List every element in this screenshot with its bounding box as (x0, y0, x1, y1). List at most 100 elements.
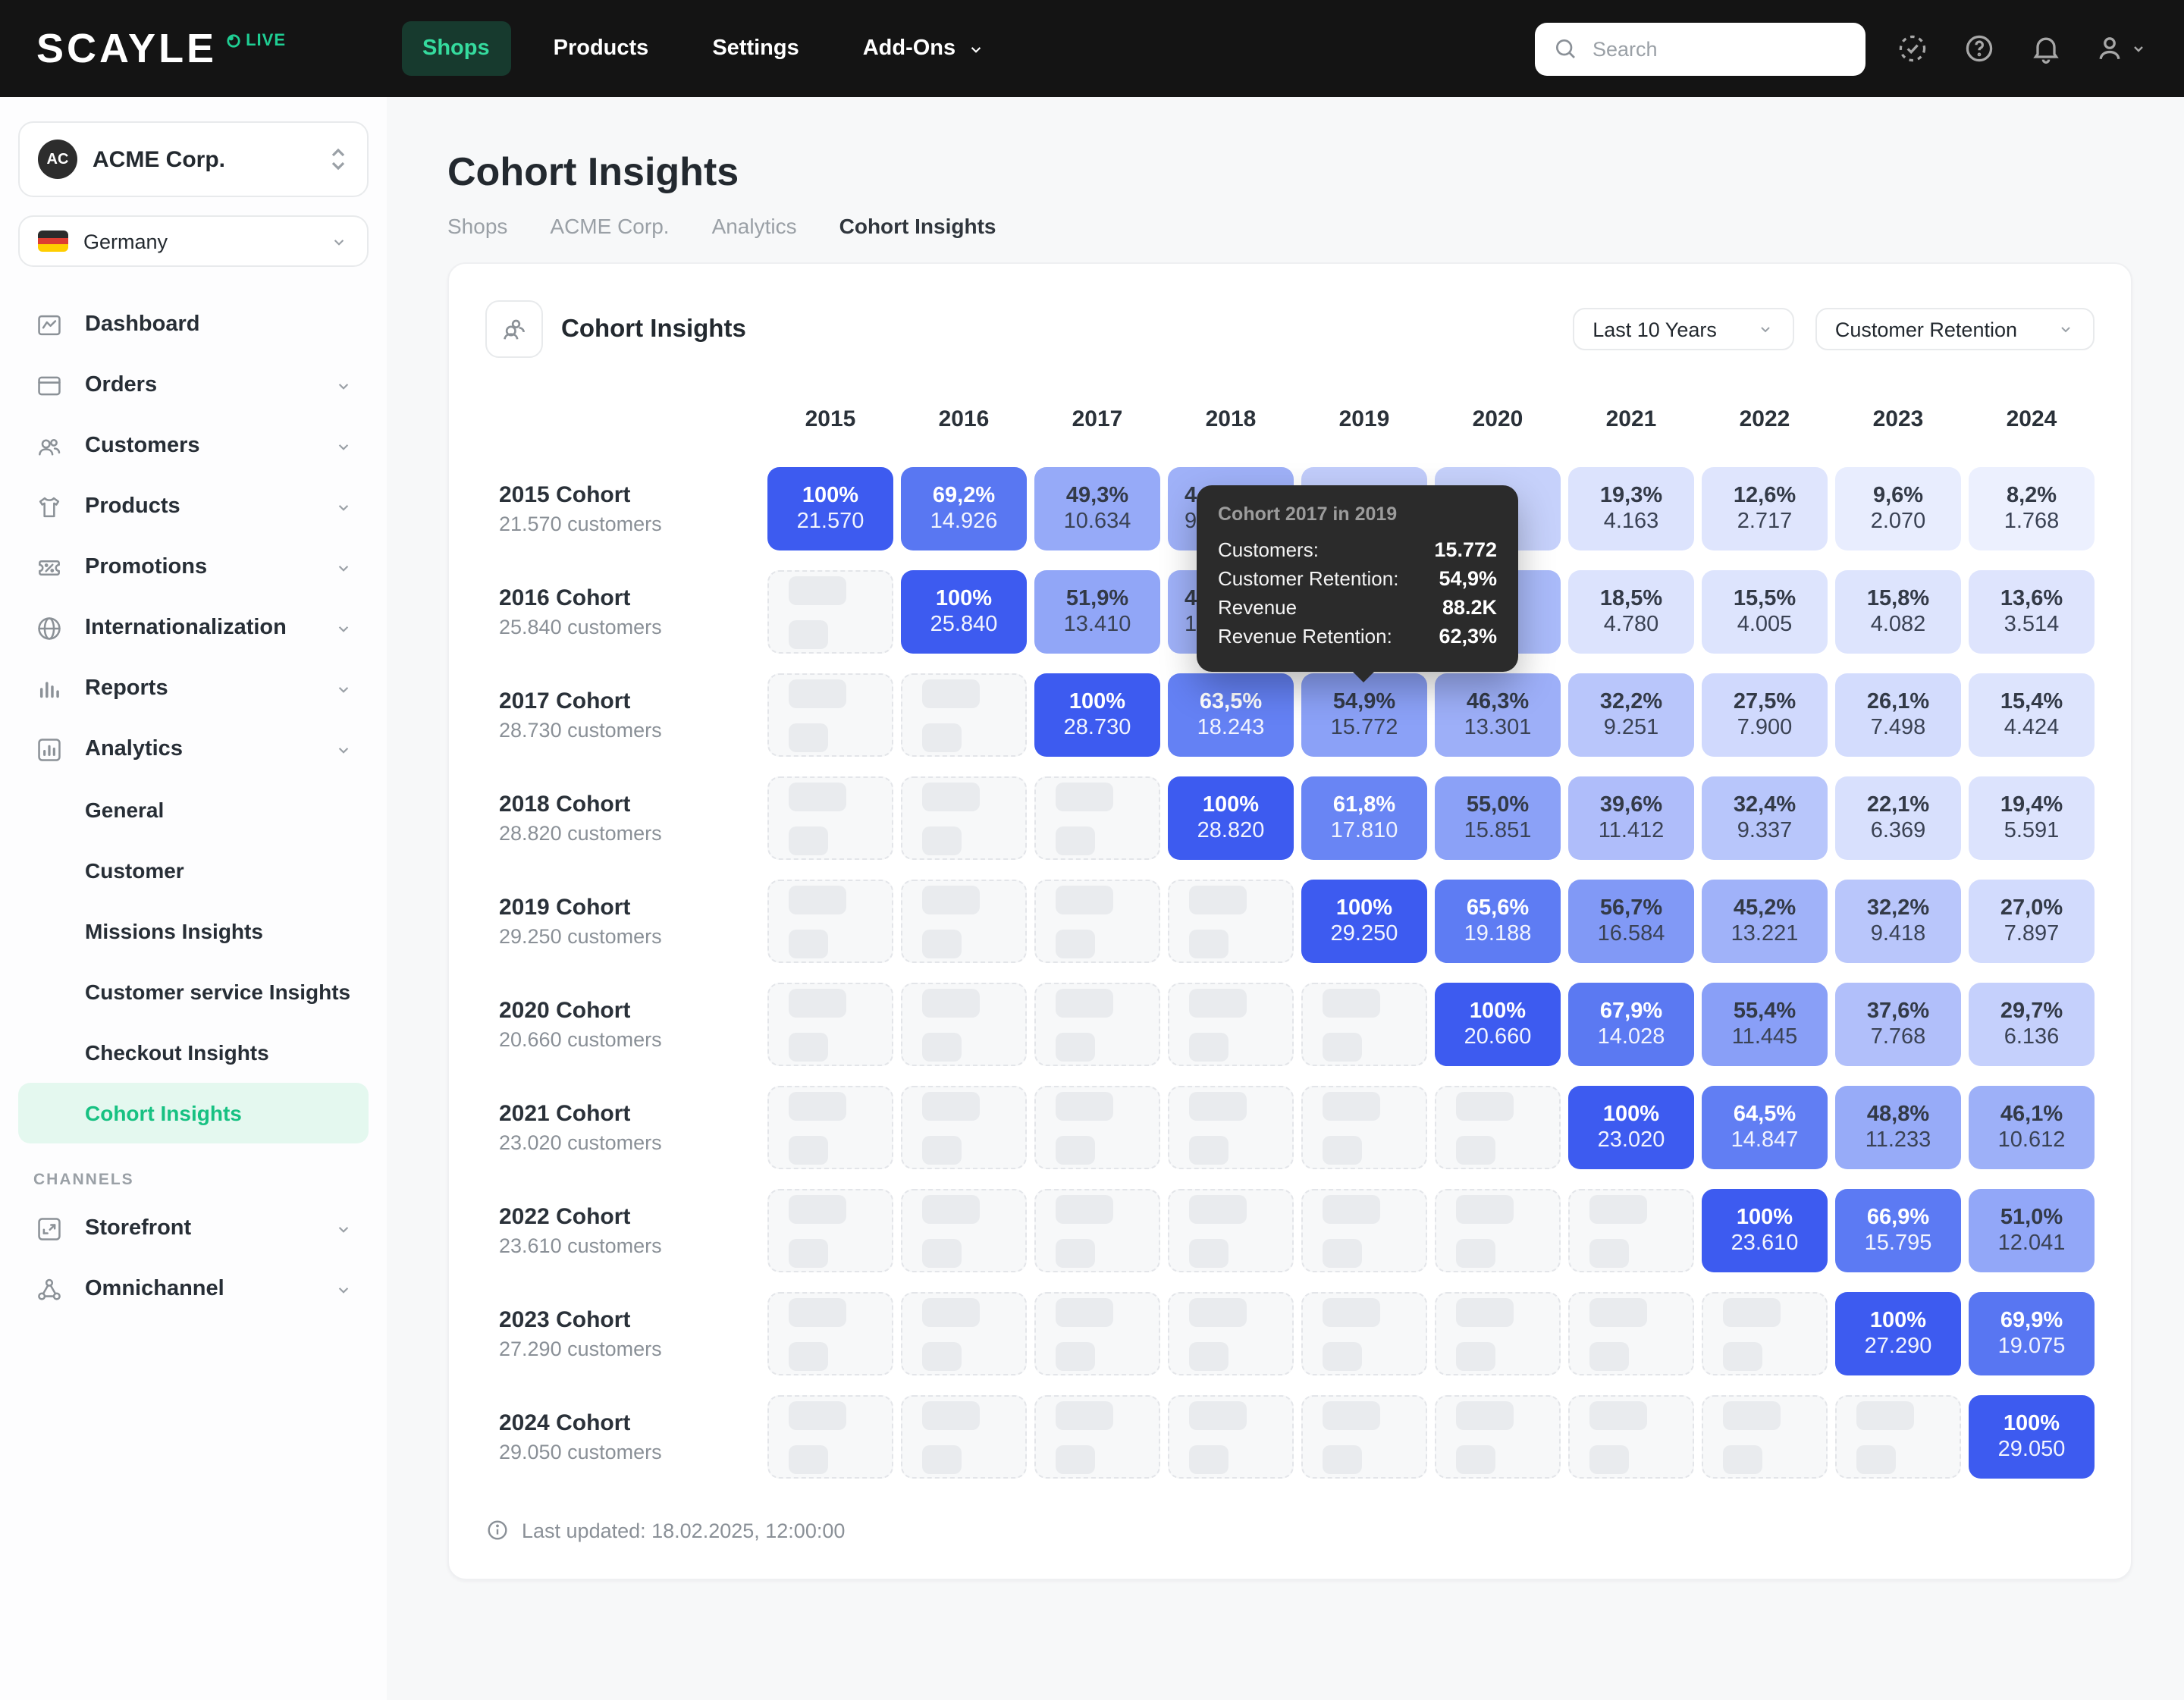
cohort-cell-2019-in-2024[interactable]: 27,0%7.897 (1969, 880, 2095, 963)
cell-retention-pct: 39,6% (1600, 794, 1662, 816)
cohort-cell-2018-in-2022[interactable]: 32,4%9.337 (1702, 776, 1828, 860)
scayle-logo[interactable]: SCAYLE LIVE (36, 28, 286, 69)
cohort-cell-2019-in-2020[interactable]: 65,6%19.188 (1435, 880, 1561, 963)
empty-cell (1568, 1189, 1694, 1272)
cohort-cell-2021-in-2021[interactable]: 100%23.020 (1568, 1086, 1694, 1169)
nav-tab-shops[interactable]: Shops (401, 21, 511, 76)
cohort-cell-2017-in-2023[interactable]: 26,1%7.498 (1835, 673, 1961, 757)
cohort-cell-2022-in-2022[interactable]: 100%23.610 (1702, 1189, 1828, 1272)
cohort-cell-2018-in-2018[interactable]: 100%28.820 (1168, 776, 1294, 860)
sidebar-item-customer-service-insights[interactable]: Customer service Insights (18, 961, 369, 1022)
sidebar-item-storefront[interactable]: Storefront (18, 1198, 369, 1259)
sidebar-item-label: Promotions (85, 555, 334, 579)
cohort-cell-2021-in-2023[interactable]: 48,8%11.233 (1835, 1086, 1961, 1169)
skeleton-bar (1189, 1032, 1228, 1061)
skeleton-bar (1189, 1194, 1247, 1223)
cohort-cell-2017-in-2024[interactable]: 15,4%4.424 (1969, 673, 2095, 757)
sidebar-item-dashboard[interactable]: Dashboard (18, 294, 369, 355)
status-check-button[interactable] (1893, 29, 1932, 68)
cohort-cell-2016-in-2023[interactable]: 15,8%4.082 (1835, 570, 1961, 654)
cohort-cell-2018-in-2019[interactable]: 61,8%17.810 (1301, 776, 1427, 860)
cohort-cell-2022-in-2024[interactable]: 51,0%12.041 (1969, 1189, 2095, 1272)
org-name: ACME Corp. (93, 146, 328, 172)
cohort-cell-2016-in-2024[interactable]: 13,6%3.514 (1969, 570, 2095, 654)
cohort-cell-2017-in-2021[interactable]: 32,2%9.251 (1568, 673, 1694, 757)
cohort-cell-2018-in-2023[interactable]: 22,1%6.369 (1835, 776, 1961, 860)
chevron-down-icon (334, 618, 353, 638)
cohort-cell-2018-in-2020[interactable]: 55,0%15.851 (1435, 776, 1561, 860)
cohort-cell-2019-in-2023[interactable]: 32,2%9.418 (1835, 880, 1961, 963)
help-button[interactable] (1960, 29, 1999, 68)
sidebar-item-customers[interactable]: Customers (18, 416, 369, 476)
metric-select[interactable]: Customer Retention (1815, 308, 2095, 350)
time-range-select[interactable]: Last 10 Years (1573, 308, 1794, 350)
cohort-cell-2019-in-2022[interactable]: 45,2%13.221 (1702, 880, 1828, 963)
breadcrumb-item-analytics[interactable]: Analytics (712, 214, 797, 238)
nav-tab-settings[interactable]: Settings (691, 21, 820, 76)
notifications-button[interactable] (2026, 29, 2066, 68)
cohort-cell-2020-in-2022[interactable]: 55,4%11.445 (1702, 983, 1828, 1066)
sidebar-item-omnichannel[interactable]: Omnichannel (18, 1259, 369, 1319)
cohort-cell-2017-in-2018[interactable]: 63,5%18.243 (1168, 673, 1294, 757)
chevron-down-icon (334, 497, 353, 516)
cohort-cell-2015-in-2022[interactable]: 12,6%2.717 (1702, 467, 1828, 550)
cohort-cell-2015-in-2015[interactable]: 100%21.570 (767, 467, 893, 550)
sidebar-item-checkout-insights[interactable]: Checkout Insights (18, 1022, 369, 1083)
cohort-cell-2021-in-2022[interactable]: 64,5%14.847 (1702, 1086, 1828, 1169)
org-selector[interactable]: AC ACME Corp. (18, 121, 369, 197)
cohort-cell-2016-in-2022[interactable]: 15,5%4.005 (1702, 570, 1828, 654)
cohort-cell-2018-in-2021[interactable]: 39,6%11.412 (1568, 776, 1694, 860)
global-search[interactable] (1535, 22, 1866, 75)
cell-customer-count: 4.424 (2004, 717, 2060, 739)
empty-cell (1835, 1395, 1961, 1479)
cohort-cell-2015-in-2024[interactable]: 8,2%1.768 (1969, 467, 2095, 550)
cohort-cell-2015-in-2023[interactable]: 9,6%2.070 (1835, 467, 1961, 550)
sidebar-item-reports[interactable]: Reports (18, 658, 369, 719)
nav-tab-add-ons[interactable]: Add-Ons (842, 21, 1007, 76)
cohort-cell-2024-in-2024[interactable]: 100%29.050 (1969, 1395, 2095, 1479)
cohort-cell-2015-in-2017[interactable]: 49,3%10.634 (1034, 467, 1160, 550)
skeleton-bar (789, 826, 828, 855)
nav-tab-products[interactable]: Products (532, 21, 670, 76)
card-title: Cohort Insights (561, 315, 746, 343)
cohort-cell-2016-in-2017[interactable]: 51,9%13.410 (1034, 570, 1160, 654)
skeleton-bar (1189, 929, 1228, 958)
cohort-cell-2020-in-2021[interactable]: 67,9%14.028 (1568, 983, 1694, 1066)
country-selector[interactable]: Germany (18, 215, 369, 267)
cohort-cell-2016-in-2016[interactable]: 100%25.840 (901, 570, 1027, 654)
cohort-cell-2021-in-2024[interactable]: 46,1%10.612 (1969, 1086, 2095, 1169)
skeleton-bar (1589, 1341, 1629, 1370)
cohort-cell-2016-in-2021[interactable]: 18,5%4.780 (1568, 570, 1694, 654)
cohort-cell-2023-in-2024[interactable]: 69,9%19.075 (1969, 1292, 2095, 1375)
sidebar-item-internationalization[interactable]: Internationalization (18, 598, 369, 658)
breadcrumb-item-acme-corp[interactable]: ACME Corp. (550, 214, 669, 238)
cohort-cell-2017-in-2017[interactable]: 100%28.730 (1034, 673, 1160, 757)
cohort-cell-2019-in-2021[interactable]: 56,7%16.584 (1568, 880, 1694, 963)
sidebar-item-missions-insights[interactable]: Missions Insights (18, 901, 369, 961)
cohort-cell-2022-in-2023[interactable]: 66,9%15.795 (1835, 1189, 1961, 1272)
sidebar-item-orders[interactable]: Orders (18, 355, 369, 416)
sidebar-item-products[interactable]: Products (18, 476, 369, 537)
cohort-cell-2017-in-2019[interactable]: 54,9%15.772 (1301, 673, 1427, 757)
account-menu[interactable] (2093, 32, 2148, 65)
cohort-cell-2020-in-2020[interactable]: 100%20.660 (1435, 983, 1561, 1066)
cohort-cell-2020-in-2024[interactable]: 29,7%6.136 (1969, 983, 2095, 1066)
skeleton-bar (1323, 988, 1380, 1017)
sidebar-item-customer[interactable]: Customer (18, 840, 369, 901)
search-input[interactable] (1589, 36, 1817, 61)
cohort-cell-2017-in-2020[interactable]: 46,3%13.301 (1435, 673, 1561, 757)
sidebar-item-general[interactable]: General (18, 779, 369, 840)
cohort-cell-2023-in-2023[interactable]: 100%27.290 (1835, 1292, 1961, 1375)
cohort-cell-2018-in-2024[interactable]: 19,4%5.591 (1969, 776, 2095, 860)
cohort-cell-2015-in-2016[interactable]: 69,2%14.926 (901, 467, 1027, 550)
cohort-cell-2015-in-2021[interactable]: 19,3%4.163 (1568, 467, 1694, 550)
cell-customer-count: 14.926 (930, 511, 998, 533)
sidebar-item-cohort-insights[interactable]: Cohort Insights (18, 1083, 369, 1143)
row-label-2023-cohort: 2023 Cohort27.290 customers (485, 1292, 760, 1375)
cohort-cell-2019-in-2019[interactable]: 100%29.250 (1301, 880, 1427, 963)
breadcrumb-item-shops[interactable]: Shops (447, 214, 507, 238)
cohort-cell-2020-in-2023[interactable]: 37,6%7.768 (1835, 983, 1961, 1066)
sidebar-item-analytics[interactable]: Analytics (18, 719, 369, 779)
sidebar-item-promotions[interactable]: Promotions (18, 537, 369, 598)
cohort-cell-2017-in-2022[interactable]: 27,5%7.900 (1702, 673, 1828, 757)
